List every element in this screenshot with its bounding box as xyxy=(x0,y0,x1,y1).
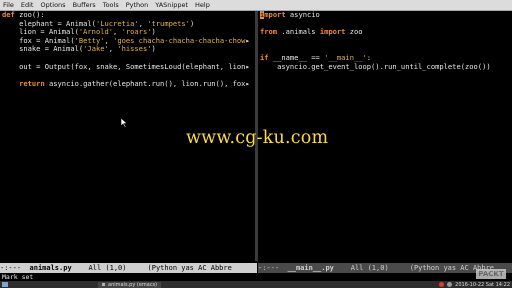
code-token: .animals xyxy=(277,27,320,37)
buffer-name-main[interactable]: __main__.py xyxy=(288,264,334,272)
taskbar-window-emacs[interactable]: animals.py (emacs) xyxy=(98,281,162,288)
menu-bar: File Edit Options Buffers Tools Python YASnipp… xyxy=(0,0,512,11)
watermark-text: www.cg-ku.com xyxy=(186,128,329,148)
taskbar-window-label: animals.py (emacs) xyxy=(108,281,158,288)
code-line[interactable]: out = Output(fox, snake, SometimesLoud(e… xyxy=(0,61,255,72)
code-line[interactable]: asyncio.get_event_loop().run_until_compl… xyxy=(258,61,512,72)
taskbar: animals.py (emacs) 2016-10-22 Sat 14:22 xyxy=(0,281,512,288)
code-token: from xyxy=(260,27,278,37)
menu-python[interactable]: Python xyxy=(123,0,152,10)
menu-buffers[interactable]: Buffers xyxy=(70,0,99,10)
menu-help[interactable]: Help xyxy=(192,0,213,10)
record-icon[interactable] xyxy=(439,282,445,287)
mode-line-prefix: -:--- xyxy=(258,264,288,272)
menu-yasnippet[interactable]: YASnippet xyxy=(152,0,191,10)
mode-line-status: All (1,0) (Python yas AC Abbre xyxy=(71,264,232,272)
clock[interactable]: 2016-10-22 Sat 14:22 xyxy=(455,282,510,288)
line-wrap-indicator: ▸ xyxy=(245,35,250,45)
menu-edit[interactable]: Edit xyxy=(18,0,37,10)
code-line[interactable]: return asyncio.gather(elephant.run(), li… xyxy=(0,78,255,89)
code-token: return xyxy=(19,78,45,88)
mode-line-main: -:--- __main__.py All (1,0) (Python yas … xyxy=(258,263,512,273)
code-line[interactable]: from .animals import zoo xyxy=(258,27,512,37)
menu-tools[interactable]: Tools xyxy=(100,0,122,10)
code-token: ) xyxy=(189,18,195,28)
code-token: ) xyxy=(151,44,156,54)
window-icon xyxy=(102,283,105,286)
mode-line-animals: -:--- animals.py All (1,0) (Python yas A… xyxy=(0,263,257,273)
code-token: asyncio xyxy=(285,11,320,19)
code-token: 'hisses' xyxy=(117,44,152,54)
buffer-name-animals[interactable]: animals.py xyxy=(30,264,72,272)
code-line[interactable] xyxy=(258,37,512,46)
code-token: zoo xyxy=(345,27,363,37)
code-token: asyncio.get_event_loop().run_until_compl… xyxy=(260,61,491,71)
line-wrap-indicator: ▸ xyxy=(245,61,250,71)
echo-area: Mark set xyxy=(0,273,512,281)
code-token: snake = Animal( xyxy=(2,44,84,54)
network-icon[interactable] xyxy=(447,282,453,287)
system-tray: 2016-10-22 Sat 14:22 xyxy=(439,282,512,288)
app-menu-icon[interactable] xyxy=(2,282,8,287)
code-token: import xyxy=(319,27,346,37)
code-token: mport xyxy=(264,11,286,19)
menu-options[interactable]: Options xyxy=(37,0,68,10)
menu-file[interactable]: File xyxy=(0,0,17,10)
mouse-pointer-icon xyxy=(120,118,128,128)
code-token: asyncio.gather(elephant.run(), lion.run(… xyxy=(44,78,246,88)
mode-line-prefix: -:--- xyxy=(0,264,30,272)
packt-logo: PACKT xyxy=(476,269,506,279)
line-wrap-indicator: ▸ xyxy=(245,78,250,88)
mode-line-status: All (1,0) (Python yas AC Abbre xyxy=(333,264,495,272)
code-line[interactable]: import asyncio xyxy=(258,11,512,20)
code-token: 'Jake' xyxy=(83,44,109,54)
code-line[interactable]: snake = Animal('Jake', 'hisses') xyxy=(0,45,255,54)
code-token: out = Output(fox, snake, SometimesLoud(e… xyxy=(2,61,246,71)
